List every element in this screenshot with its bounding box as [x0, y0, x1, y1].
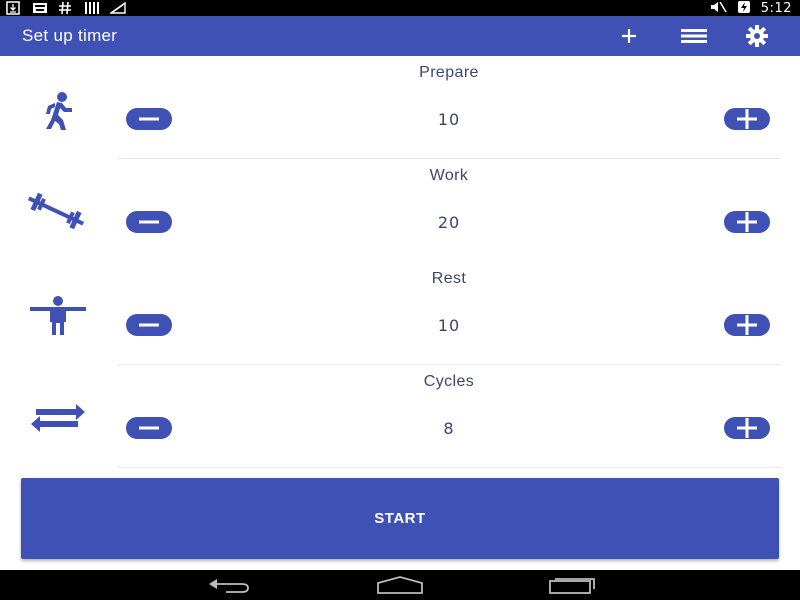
work-value: 20 — [437, 213, 461, 232]
download-icon — [6, 1, 22, 15]
barcode-icon — [84, 1, 100, 15]
prepare-value: 10 — [437, 110, 461, 129]
hash-icon — [58, 1, 74, 15]
prepare-label: Prepare — [419, 64, 479, 81]
work-plus-button[interactable] — [724, 211, 770, 233]
navigation-bar — [0, 570, 800, 600]
settings-button[interactable] — [744, 24, 770, 48]
page-title: Set up timer — [22, 26, 118, 45]
status-left-icons — [6, 1, 126, 15]
standing-person-icon — [24, 292, 88, 340]
rest-label: Rest — [431, 270, 467, 287]
repeat-arrows-icon — [24, 395, 88, 443]
row-divider — [118, 467, 780, 468]
cycles-row: Cycles 8 — [0, 365, 800, 468]
settings-gear-icon — [746, 25, 768, 47]
status-bar: 5:12 — [0, 0, 800, 16]
cycles-plus-button[interactable] — [724, 417, 770, 439]
wifi-signal-icon — [108, 1, 126, 15]
start-button[interactable]: START — [21, 478, 779, 559]
work-row: Work 20 — [0, 159, 800, 262]
status-time: 5:12 — [760, 0, 792, 16]
plus-icon — [737, 212, 757, 232]
list-button[interactable] — [679, 24, 709, 48]
rest-plus-button[interactable] — [724, 314, 770, 336]
prepare-row: Prepare 10 — [0, 56, 800, 159]
prepare-plus-button[interactable] — [724, 108, 770, 130]
back-icon — [209, 579, 249, 593]
plus-icon — [737, 109, 757, 129]
status-right: 5:12 — [709, 0, 792, 16]
app-bar: Set up timer — [0, 16, 800, 56]
home-button[interactable] — [375, 575, 425, 595]
cycles-value: 8 — [443, 419, 455, 438]
home-icon — [377, 576, 423, 594]
back-button[interactable] — [204, 575, 254, 595]
keyboard-icon — [32, 1, 48, 15]
list-icon — [681, 29, 707, 43]
recents-icon — [549, 578, 595, 594]
add-button[interactable] — [616, 24, 642, 48]
rest-row: Rest 10 — [0, 262, 800, 365]
battery-icon — [737, 0, 751, 17]
mute-icon — [709, 0, 727, 17]
work-label: Work — [429, 167, 469, 184]
rest-value: 10 — [437, 316, 461, 335]
add-icon — [622, 29, 636, 43]
plus-icon — [737, 315, 757, 335]
plus-icon — [737, 418, 757, 438]
walking-person-icon — [24, 86, 88, 134]
recents-button[interactable] — [546, 575, 596, 595]
cycles-label: Cycles — [423, 373, 475, 390]
barbell-icon — [24, 189, 88, 237]
